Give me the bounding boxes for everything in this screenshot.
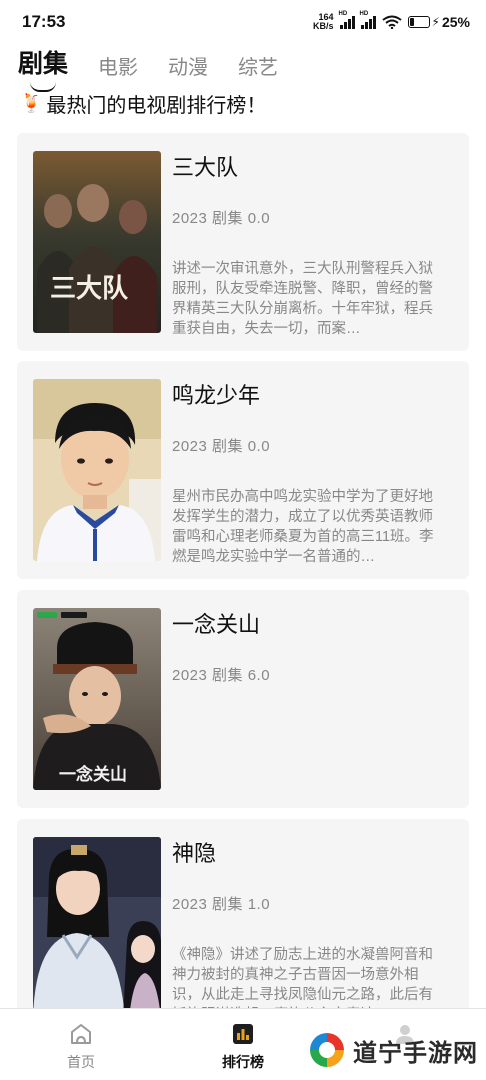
wifi-icon (381, 15, 402, 29)
show-title: 一念关山 (172, 612, 261, 637)
show-card[interactable]: 三大队 三大队 2023 剧集 0.0 讲述一次审讯意外，三大队刑警程兵入狱服刑… (17, 133, 469, 351)
signal-icon: HD (339, 11, 355, 29)
status-time: 17:53 (22, 12, 66, 31)
tab-series[interactable]: 剧集 (18, 44, 69, 92)
nav-label: 排行榜 (222, 1054, 264, 1070)
poster-image (33, 379, 161, 561)
nav-ranking[interactable]: 排行榜 (162, 1009, 324, 1080)
battery-percent: 25% (441, 14, 470, 30)
tab-label: 综艺 (238, 57, 279, 79)
battery-icon (407, 16, 430, 28)
show-meta: 2023 剧集 0.0 (172, 210, 271, 227)
tab-label: 动漫 (168, 57, 209, 79)
nav-home[interactable]: 首页 (0, 1009, 162, 1080)
tab-variety[interactable]: 综艺 (238, 51, 278, 84)
show-meta: 2023 剧集 1.0 (172, 896, 271, 913)
headline-text: 最热门的电视剧排行榜！ (46, 95, 267, 117)
sim1-hd-label: HD (338, 11, 348, 17)
poster-image: 一念关山 (33, 608, 161, 790)
show-title: 鸣龙少年 (172, 383, 261, 408)
sim2-hd-label: HD (359, 11, 369, 17)
show-card[interactable]: 鸣龙少年 2023 剧集 0.0 星州市民办高中鸣龙实验中学为了更好地发挥学生的… (17, 361, 469, 579)
network-speed: 164 KB/s (313, 13, 334, 31)
nav-label: 首页 (67, 1054, 95, 1070)
show-title: 神隐 (172, 841, 217, 866)
poster-image (33, 837, 161, 1019)
tab-label: 剧集 (18, 50, 69, 78)
category-tabs: 剧集 电影 动漫 综艺 (18, 44, 278, 92)
status-icons: 164 KB/s HD HD ⚡ 25% (313, 11, 470, 31)
show-card[interactable]: 一念关山 一念关山 2023 剧集 6.0 (17, 590, 469, 808)
signal-icon: HD (360, 11, 376, 29)
tab-anime[interactable]: 动漫 (168, 51, 208, 84)
watermark-logo-icon (309, 1032, 345, 1068)
watermark-text: 道宁手游网 (353, 1039, 478, 1067)
network-speed-unit: KB/s (313, 21, 334, 31)
poster-title-text: 一念关山 (59, 764, 127, 785)
tab-label: 电影 (98, 57, 139, 79)
show-meta: 2023 剧集 0.0 (172, 438, 271, 455)
charging-icon: ⚡ (431, 15, 440, 29)
status-bar: 17:53 164 KB/s HD HD ⚡ 25% (0, 0, 486, 44)
cocktail-icon: 🍹 (20, 93, 43, 113)
show-title: 三大队 (172, 155, 239, 180)
section-headline: 🍹 最热门的电视剧排行榜！ (20, 89, 266, 118)
tab-movies[interactable]: 电影 (98, 51, 138, 84)
ranking-icon (233, 1024, 253, 1044)
show-card[interactable]: 神隐 2023 剧集 1.0 《神隐》讲述了励志上进的水凝兽阿音和神力被封的真神… (17, 819, 469, 1019)
show-meta: 2023 剧集 6.0 (172, 667, 271, 684)
show-description: 讲述一次审讯意外，三大队刑警程兵入狱服刑，队友受牵连脱警、降职，曾经的警界精英三… (172, 261, 433, 337)
show-description: 星州市民办高中鸣龙实验中学为了更好地发挥学生的潜力，成立了以优秀英语教师雷鸣和心… (172, 489, 434, 565)
poster-title-text: 三大队 (50, 274, 129, 304)
home-icon (71, 1024, 91, 1044)
poster-image: 三大队 (33, 151, 161, 333)
battery-indicator: ⚡ 25% (407, 14, 470, 30)
watermark: 道宁手游网 (307, 1030, 478, 1070)
